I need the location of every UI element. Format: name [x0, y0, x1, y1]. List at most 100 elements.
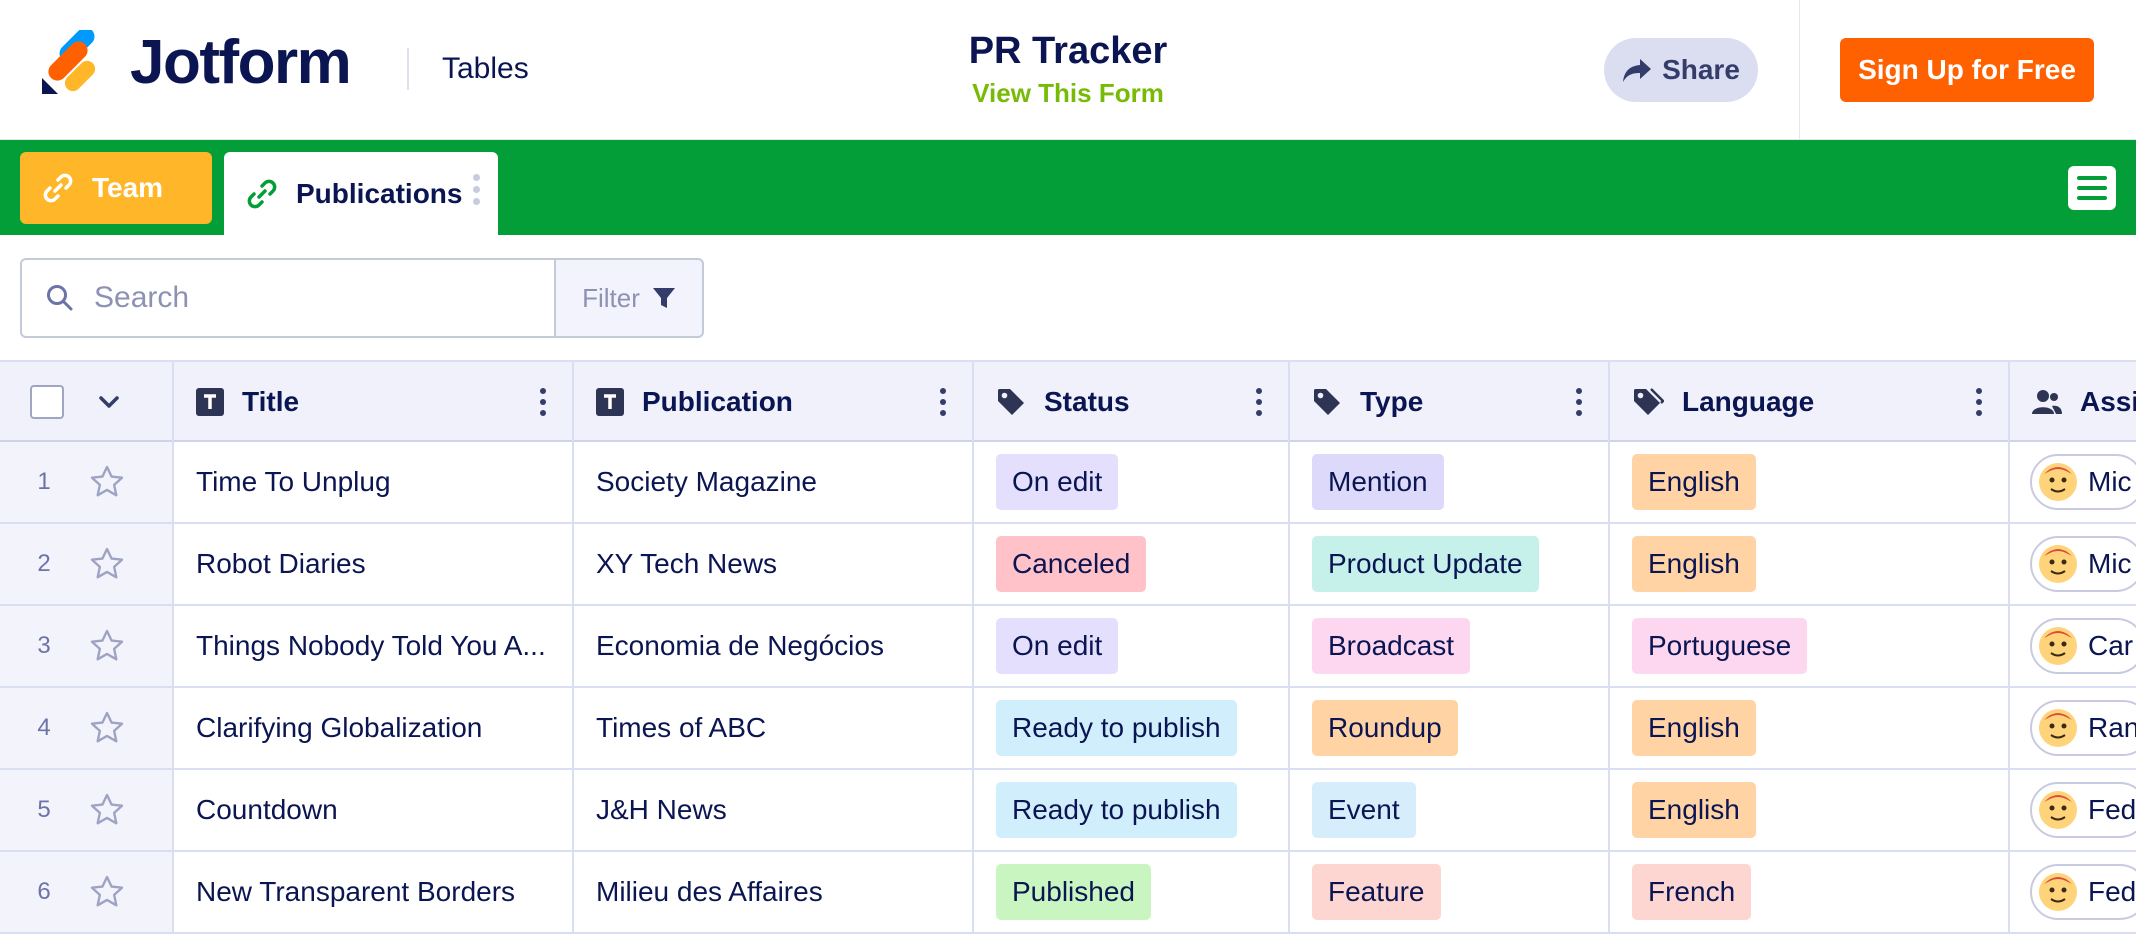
table-row[interactable]: 4 Clarifying Globalization Times of ABC Rea…	[0, 688, 2136, 770]
row-number: 2	[37, 550, 51, 577]
status-tag: Ready to publish	[996, 700, 1237, 756]
title-text: Time To Unplug	[196, 466, 391, 497]
title-text: New Transparent Borders	[196, 876, 516, 907]
column-header-type[interactable]: Type	[1290, 362, 1610, 442]
row-number-cell: 5	[0, 770, 174, 850]
tab-publications[interactable]: Publications	[224, 152, 498, 235]
publication-cell[interactable]: Society Magazine	[574, 442, 974, 522]
publication-cell[interactable]: J&H News	[574, 770, 974, 850]
status-cell[interactable]: Canceled	[974, 524, 1290, 604]
hamburger-menu-icon[interactable]	[2068, 166, 2116, 210]
star-icon[interactable]	[88, 463, 126, 501]
status-cell[interactable]: Published	[974, 852, 1290, 932]
assignee-cell[interactable]: Mic	[2010, 524, 2136, 604]
type-tag: Broadcast	[1312, 618, 1471, 674]
sign-up-button[interactable]: Sign Up for Free	[1840, 38, 2094, 102]
star-icon[interactable]	[88, 709, 126, 747]
assignee-name: Mic	[2088, 466, 2132, 497]
select-all-checkbox[interactable]	[30, 385, 64, 419]
star-icon[interactable]	[88, 627, 126, 665]
table-row[interactable]: 2 Robot Diaries XY Tech News Canceled Produc…	[0, 524, 2136, 606]
status-cell[interactable]: On edit	[974, 606, 1290, 686]
chevron-down-icon[interactable]	[98, 395, 120, 409]
star-icon[interactable]	[88, 791, 126, 829]
assignee-chip[interactable]: Mic	[2030, 454, 2136, 510]
assignee-chip[interactable]: Fed	[2030, 782, 2136, 838]
status-cell[interactable]: Ready to publish	[974, 688, 1290, 768]
column-header-title[interactable]: Title	[174, 362, 574, 442]
column-header-language[interactable]: Language	[1610, 362, 2010, 442]
row-number: 3	[37, 632, 51, 659]
language-cell[interactable]: English	[1610, 770, 2010, 850]
table-row[interactable]: 6 New Transparent Borders Milieu des Affai…	[0, 852, 2136, 934]
star-icon[interactable]	[88, 545, 126, 583]
view-form-link[interactable]: View This Form	[0, 78, 2136, 109]
publication-text: Society Magazine	[596, 466, 818, 497]
title-cell[interactable]: Robot Diaries	[174, 524, 574, 604]
column-header-status[interactable]: Status	[974, 362, 1290, 442]
assignee-cell[interactable]: Car	[2010, 606, 2136, 686]
title-cell[interactable]: Things Nobody Told You A...	[174, 606, 574, 686]
column-label: Language	[1682, 386, 1815, 417]
table-row[interactable]: 5 Countdown J&H News Ready to publish Event E…	[0, 770, 2136, 852]
title-cell[interactable]: Countdown	[174, 770, 574, 850]
type-cell[interactable]: Roundup	[1290, 688, 1610, 768]
language-cell[interactable]: Portuguese	[1610, 606, 2010, 686]
assignee-cell[interactable]: Ran	[2010, 688, 2136, 768]
title-cell[interactable]: New Transparent Borders	[174, 852, 574, 932]
table-row[interactable]: 1 Time To Unplug Society Magazine On edit Me…	[0, 442, 2136, 524]
share-button[interactable]: Share	[1604, 38, 1758, 102]
star-icon[interactable]	[88, 873, 126, 911]
column-menu-icon[interactable]	[1976, 388, 1982, 416]
publication-cell[interactable]: XY Tech News	[574, 524, 974, 604]
language-cell[interactable]: English	[1610, 524, 2010, 604]
assignee-cell[interactable]: Mic	[2010, 442, 2136, 522]
column-label: Publication	[642, 386, 793, 417]
column-menu-icon[interactable]	[940, 388, 946, 416]
language-cell[interactable]: English	[1610, 688, 2010, 768]
type-tag: Mention	[1312, 454, 1444, 510]
assignee-chip[interactable]: Fed	[2030, 864, 2136, 920]
column-header-publication[interactable]: Publication	[574, 362, 974, 442]
tab-team[interactable]: Team	[20, 152, 212, 224]
column-menu-icon[interactable]	[1256, 388, 1262, 416]
link-icon	[246, 178, 278, 210]
type-cell[interactable]: Event	[1290, 770, 1610, 850]
column-label: Assi	[2080, 386, 2136, 417]
row-number-cell: 1	[0, 442, 174, 522]
language-cell[interactable]: English	[1610, 442, 2010, 522]
type-cell[interactable]: Product Update	[1290, 524, 1610, 604]
assignee-chip[interactable]: Car	[2030, 618, 2136, 674]
publication-cell[interactable]: Economia de Negócios	[574, 606, 974, 686]
assignee-name: Car	[2088, 630, 2134, 661]
assignee-cell[interactable]: Fed	[2010, 770, 2136, 850]
status-cell[interactable]: Ready to publish	[974, 770, 1290, 850]
column-header-assignee[interactable]: Assi	[2010, 362, 2136, 442]
filter-label: Filter	[582, 282, 640, 313]
assignee-chip[interactable]: Mic	[2030, 536, 2136, 592]
search-input[interactable]	[94, 281, 514, 315]
column-menu-icon[interactable]	[540, 388, 546, 416]
title-cell[interactable]: Time To Unplug	[174, 442, 574, 522]
tab-options-icon[interactable]	[473, 174, 480, 205]
status-tag: On edit	[996, 618, 1119, 674]
publication-cell[interactable]: Times of ABC	[574, 688, 974, 768]
title-cell[interactable]: Clarifying Globalization	[174, 688, 574, 768]
type-tag: Roundup	[1312, 700, 1458, 756]
publication-text: Economia de Negócios	[596, 630, 884, 661]
filter-button[interactable]: Filter	[554, 258, 704, 338]
type-cell[interactable]: Mention	[1290, 442, 1610, 522]
row-number-cell: 4	[0, 688, 174, 768]
avatar	[2038, 462, 2078, 502]
type-cell[interactable]: Feature	[1290, 852, 1610, 932]
assignee-chip[interactable]: Ran	[2030, 700, 2136, 756]
publication-cell[interactable]: Milieu des Affaires	[574, 852, 974, 932]
language-cell[interactable]: French	[1610, 852, 2010, 932]
column-menu-icon[interactable]	[1576, 388, 1582, 416]
type-cell[interactable]: Broadcast	[1290, 606, 1610, 686]
table-row[interactable]: 3 Things Nobody Told You A... Economia de …	[0, 606, 2136, 688]
assignee-cell[interactable]: Fed	[2010, 852, 2136, 932]
status-cell[interactable]: On edit	[974, 442, 1290, 522]
link-icon	[42, 172, 74, 204]
row-number: 6	[37, 878, 51, 905]
